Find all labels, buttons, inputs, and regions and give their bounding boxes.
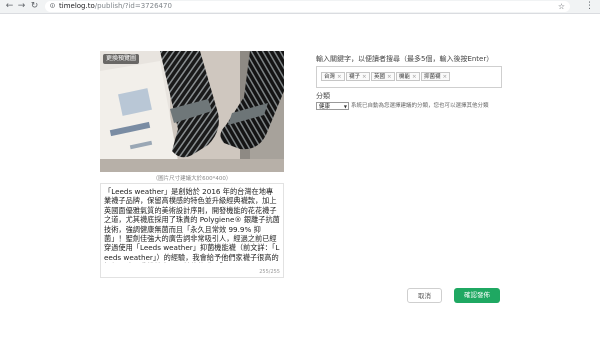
keyword-tag: 英國 ×	[371, 72, 395, 81]
keywords-label: 輸入關鍵字，以便讀者搜尋（最多5個，輸入後按Enter）	[316, 55, 494, 63]
kebab-menu-icon[interactable]: ⋮	[584, 1, 595, 12]
content-textarea[interactable]: 「Leeds weather」是創始於 2016 年的台灣在地專業襪子品牌，保留…	[100, 183, 284, 278]
remove-tag-icon[interactable]: ×	[412, 74, 417, 80]
category-label: 分類	[316, 92, 330, 100]
socks-photo	[100, 51, 284, 172]
keywords-input[interactable]: 台灣 × 襪子 × 英國 × 機能 × 抑菌襪 ×	[316, 66, 502, 88]
keyword-tag: 機能 ×	[396, 72, 420, 81]
forward-icon[interactable]: →	[16, 1, 27, 12]
url-host: timelog.to	[59, 2, 95, 10]
address-bar[interactable]: timelog.to/publish/?id=3726470 ☆	[45, 1, 570, 12]
remove-tag-icon[interactable]: ×	[362, 74, 367, 80]
category-hint: 系統已自動為您選擇建議的分類，您也可以選擇其他分類	[351, 103, 489, 109]
content-text[interactable]: 「Leeds weather」是創始於 2016 年的台灣在地專業襪子品牌，保留…	[104, 187, 280, 263]
remove-tag-icon[interactable]: ×	[443, 74, 448, 80]
char-counter: 255/255	[259, 269, 280, 275]
publish-button[interactable]: 確認發佈	[454, 288, 500, 303]
keyword-tag: 襪子 ×	[346, 72, 370, 81]
preview-image	[100, 51, 284, 172]
keyword-tag: 台灣 ×	[321, 72, 345, 81]
cancel-button[interactable]: 取消	[407, 288, 442, 303]
remove-tag-icon[interactable]: ×	[337, 74, 342, 80]
change-image-button[interactable]: 更換預覽圖	[103, 54, 140, 64]
remove-tag-icon[interactable]: ×	[387, 74, 392, 80]
caret-down-icon: ▼	[343, 104, 347, 109]
keyword-tag-label: 襪子	[349, 74, 361, 80]
url-text: timelog.to/publish/?id=3726470	[59, 1, 172, 12]
reload-icon[interactable]: ↻	[29, 1, 40, 12]
image-size-hint: （圖片尺寸建議大於600*400）	[152, 176, 232, 182]
keyword-tag-label: 台灣	[324, 74, 336, 80]
page-info-icon[interactable]	[50, 3, 55, 8]
star-icon[interactable]: ☆	[558, 1, 565, 12]
back-icon[interactable]: ←	[4, 1, 15, 12]
browser-toolbar: ← → ↻ ⌂ timelog.to/publish/?id=3726470 ☆…	[0, 0, 600, 14]
category-select[interactable]: 健康 ▼	[316, 102, 349, 110]
keyword-tag-label: 英國	[374, 74, 386, 80]
keyword-tag-label: 機能	[399, 74, 411, 80]
category-selected-value: 健康	[319, 104, 331, 110]
keyword-tag-label: 抑菌襪	[424, 74, 441, 80]
keyword-tag: 抑菌襪 ×	[421, 72, 451, 81]
url-path: /publish/?id=3726470	[94, 2, 172, 10]
